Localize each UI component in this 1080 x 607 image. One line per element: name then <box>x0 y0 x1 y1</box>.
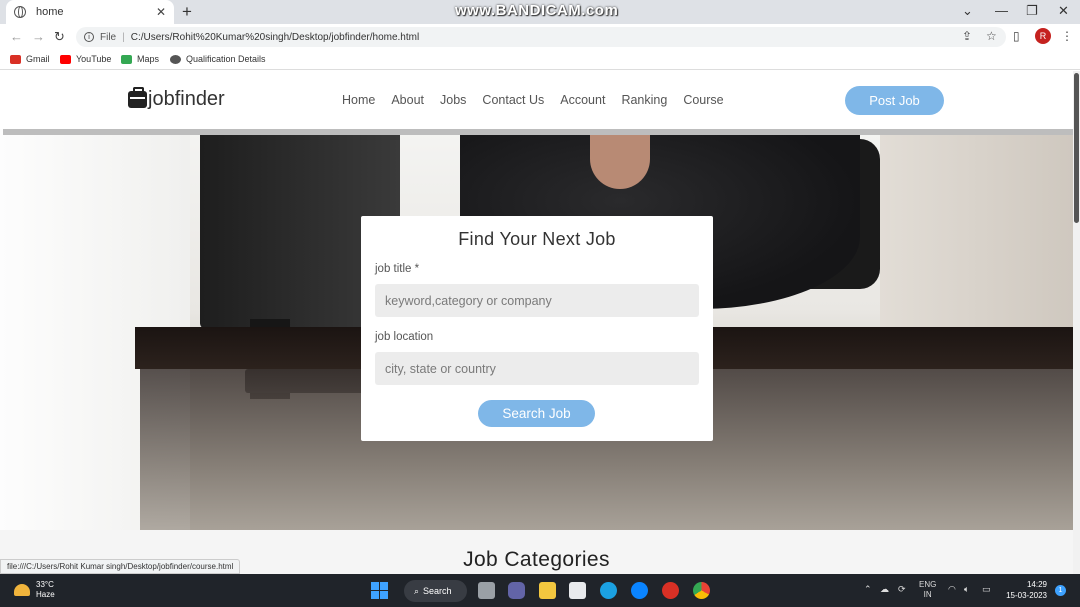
taskbar-search[interactable]: ⌕ Search <box>404 580 467 602</box>
link-preview-status: file:///C:/Users/Rohit Kumar singh/Deskt… <box>0 559 241 574</box>
site-info-icon[interactable]: i <box>84 32 94 42</box>
onedrive-cloud-icon[interactable]: ☁ <box>880 584 889 595</box>
logo-text: jobfinder <box>148 88 225 110</box>
profile-avatar[interactable]: R <box>1035 28 1051 44</box>
task-view-icon[interactable] <box>478 582 495 599</box>
browser-tab-home[interactable]: home ✕ <box>6 0 174 24</box>
windows-start-icon[interactable] <box>371 582 388 599</box>
side-panel-icon[interactable]: ▯ <box>1013 29 1020 43</box>
tab-title: home <box>36 6 64 18</box>
teams-chat-icon[interactable] <box>508 582 525 599</box>
nav-jobs[interactable]: Jobs <box>440 93 466 107</box>
bookmark-maps[interactable]: Maps <box>121 54 159 64</box>
browser-menu-icon[interactable]: ⋮ <box>1061 29 1073 43</box>
back-arrow-icon[interactable]: ← <box>10 29 23 44</box>
reload-icon[interactable]: ↻ <box>54 29 65 45</box>
weather-widget[interactable]: 33°C Haze <box>14 580 55 600</box>
globe-icon <box>14 6 26 18</box>
address-bar-row: ← → ↻ i File | C:/Users/Rohit%20Kumar%20… <box>0 24 1080 50</box>
windows-taskbar: 33°C Haze ⌕ Search ⌃ ☁ ⟳ ENG IN ◠ 🔈︎ ▭ 1… <box>0 574 1080 607</box>
tab-search-chevron-icon[interactable]: ⌄ <box>962 3 973 19</box>
youtube-icon <box>60 54 71 64</box>
bookmark-youtube[interactable]: YouTube <box>60 54 111 64</box>
search-icon: ⌕ <box>414 585 420 596</box>
search-job-button[interactable]: Search Job <box>478 400 595 427</box>
site-navbar: jobfinder Home About Jobs Contact Us Acc… <box>0 71 1073 129</box>
cortana-icon[interactable] <box>631 582 648 599</box>
recording-watermark: www.BANDICAM.com <box>455 2 619 19</box>
tab-close-icon[interactable]: ✕ <box>156 5 166 19</box>
job-search-form: Find Your Next Job job title * job locat… <box>361 216 713 441</box>
share-icon[interactable]: ⇪ <box>962 29 972 43</box>
address-url[interactable]: C:/Users/Rohit%20Kumar%20singh/Desktop/j… <box>131 32 419 43</box>
language-indicator[interactable]: ENG IN <box>919 580 936 600</box>
site-logo[interactable]: jobfinder <box>128 87 225 111</box>
weather-condition: Haze <box>36 590 55 599</box>
briefcase-icon <box>128 87 147 108</box>
store-icon[interactable] <box>569 582 586 599</box>
bookmark-qualification-details[interactable]: Qualification Details <box>170 54 266 64</box>
restore-icon[interactable]: ❐ <box>1026 3 1038 19</box>
main-menu: Home About Jobs Contact Us Account Ranki… <box>342 93 740 107</box>
file-explorer-icon[interactable] <box>539 582 556 599</box>
bandicam-record-icon[interactable] <box>662 582 679 599</box>
nav-ranking[interactable]: Ranking <box>621 93 667 107</box>
scrollbar-thumb[interactable] <box>1074 73 1079 223</box>
system-clock[interactable]: 14:29 15-03-2023 <box>1003 579 1047 601</box>
gmail-icon <box>10 54 21 64</box>
sync-icon[interactable]: ⟳ <box>898 584 906 595</box>
bookmark-star-icon[interactable]: ☆ <box>986 29 997 43</box>
nav-home[interactable]: Home <box>342 93 375 107</box>
page-scrollbar[interactable] <box>1073 71 1080 574</box>
window-close-icon[interactable]: ✕ <box>1058 3 1069 19</box>
chrome-icon[interactable] <box>693 582 710 599</box>
minimize-icon[interactable]: — <box>995 3 1008 18</box>
hero-banner: Find Your Next Job job title * job locat… <box>0 129 1073 530</box>
bookmark-gmail[interactable]: Gmail <box>10 54 50 64</box>
volume-icon[interactable]: 🔈︎ <box>964 584 969 595</box>
nav-account[interactable]: Account <box>560 93 605 107</box>
new-tab-button[interactable]: + <box>182 2 192 22</box>
wifi-icon[interactable]: ◠ <box>948 584 956 595</box>
show-hidden-icons-chevron-icon[interactable]: ⌃ <box>864 584 872 595</box>
omnibox[interactable]: i File | C:/Users/Rohit%20Kumar%20singh/… <box>76 27 1006 47</box>
address-scheme: File <box>100 31 117 43</box>
job-location-label: job location <box>375 331 434 343</box>
nav-course[interactable]: Course <box>683 93 723 107</box>
notification-badge[interactable]: 1 <box>1055 585 1066 596</box>
haze-weather-icon <box>14 584 30 596</box>
nav-about[interactable]: About <box>391 93 424 107</box>
post-job-button[interactable]: Post Job <box>845 86 944 115</box>
job-title-label: job title * <box>375 263 420 275</box>
maps-icon <box>121 54 132 64</box>
edge-icon[interactable] <box>600 582 617 599</box>
nav-contact-us[interactable]: Contact Us <box>482 93 544 107</box>
search-heading: Find Your Next Job <box>458 229 616 249</box>
browser-tab-strip: home ✕ + www.BANDICAM.com ⌄ — ❐ ✕ <box>0 0 1080 24</box>
job-title-input[interactable] <box>375 284 699 317</box>
bookmarks-bar: Gmail YouTube Maps Qualification Details <box>0 50 1080 70</box>
web-page: jobfinder Home About Jobs Contact Us Acc… <box>0 71 1073 574</box>
forward-arrow-icon[interactable]: → <box>32 29 45 44</box>
job-location-input[interactable] <box>375 352 699 385</box>
battery-icon[interactable]: ▭ <box>982 584 991 595</box>
qualification-icon <box>170 54 181 64</box>
temperature: 33°C <box>36 580 54 589</box>
